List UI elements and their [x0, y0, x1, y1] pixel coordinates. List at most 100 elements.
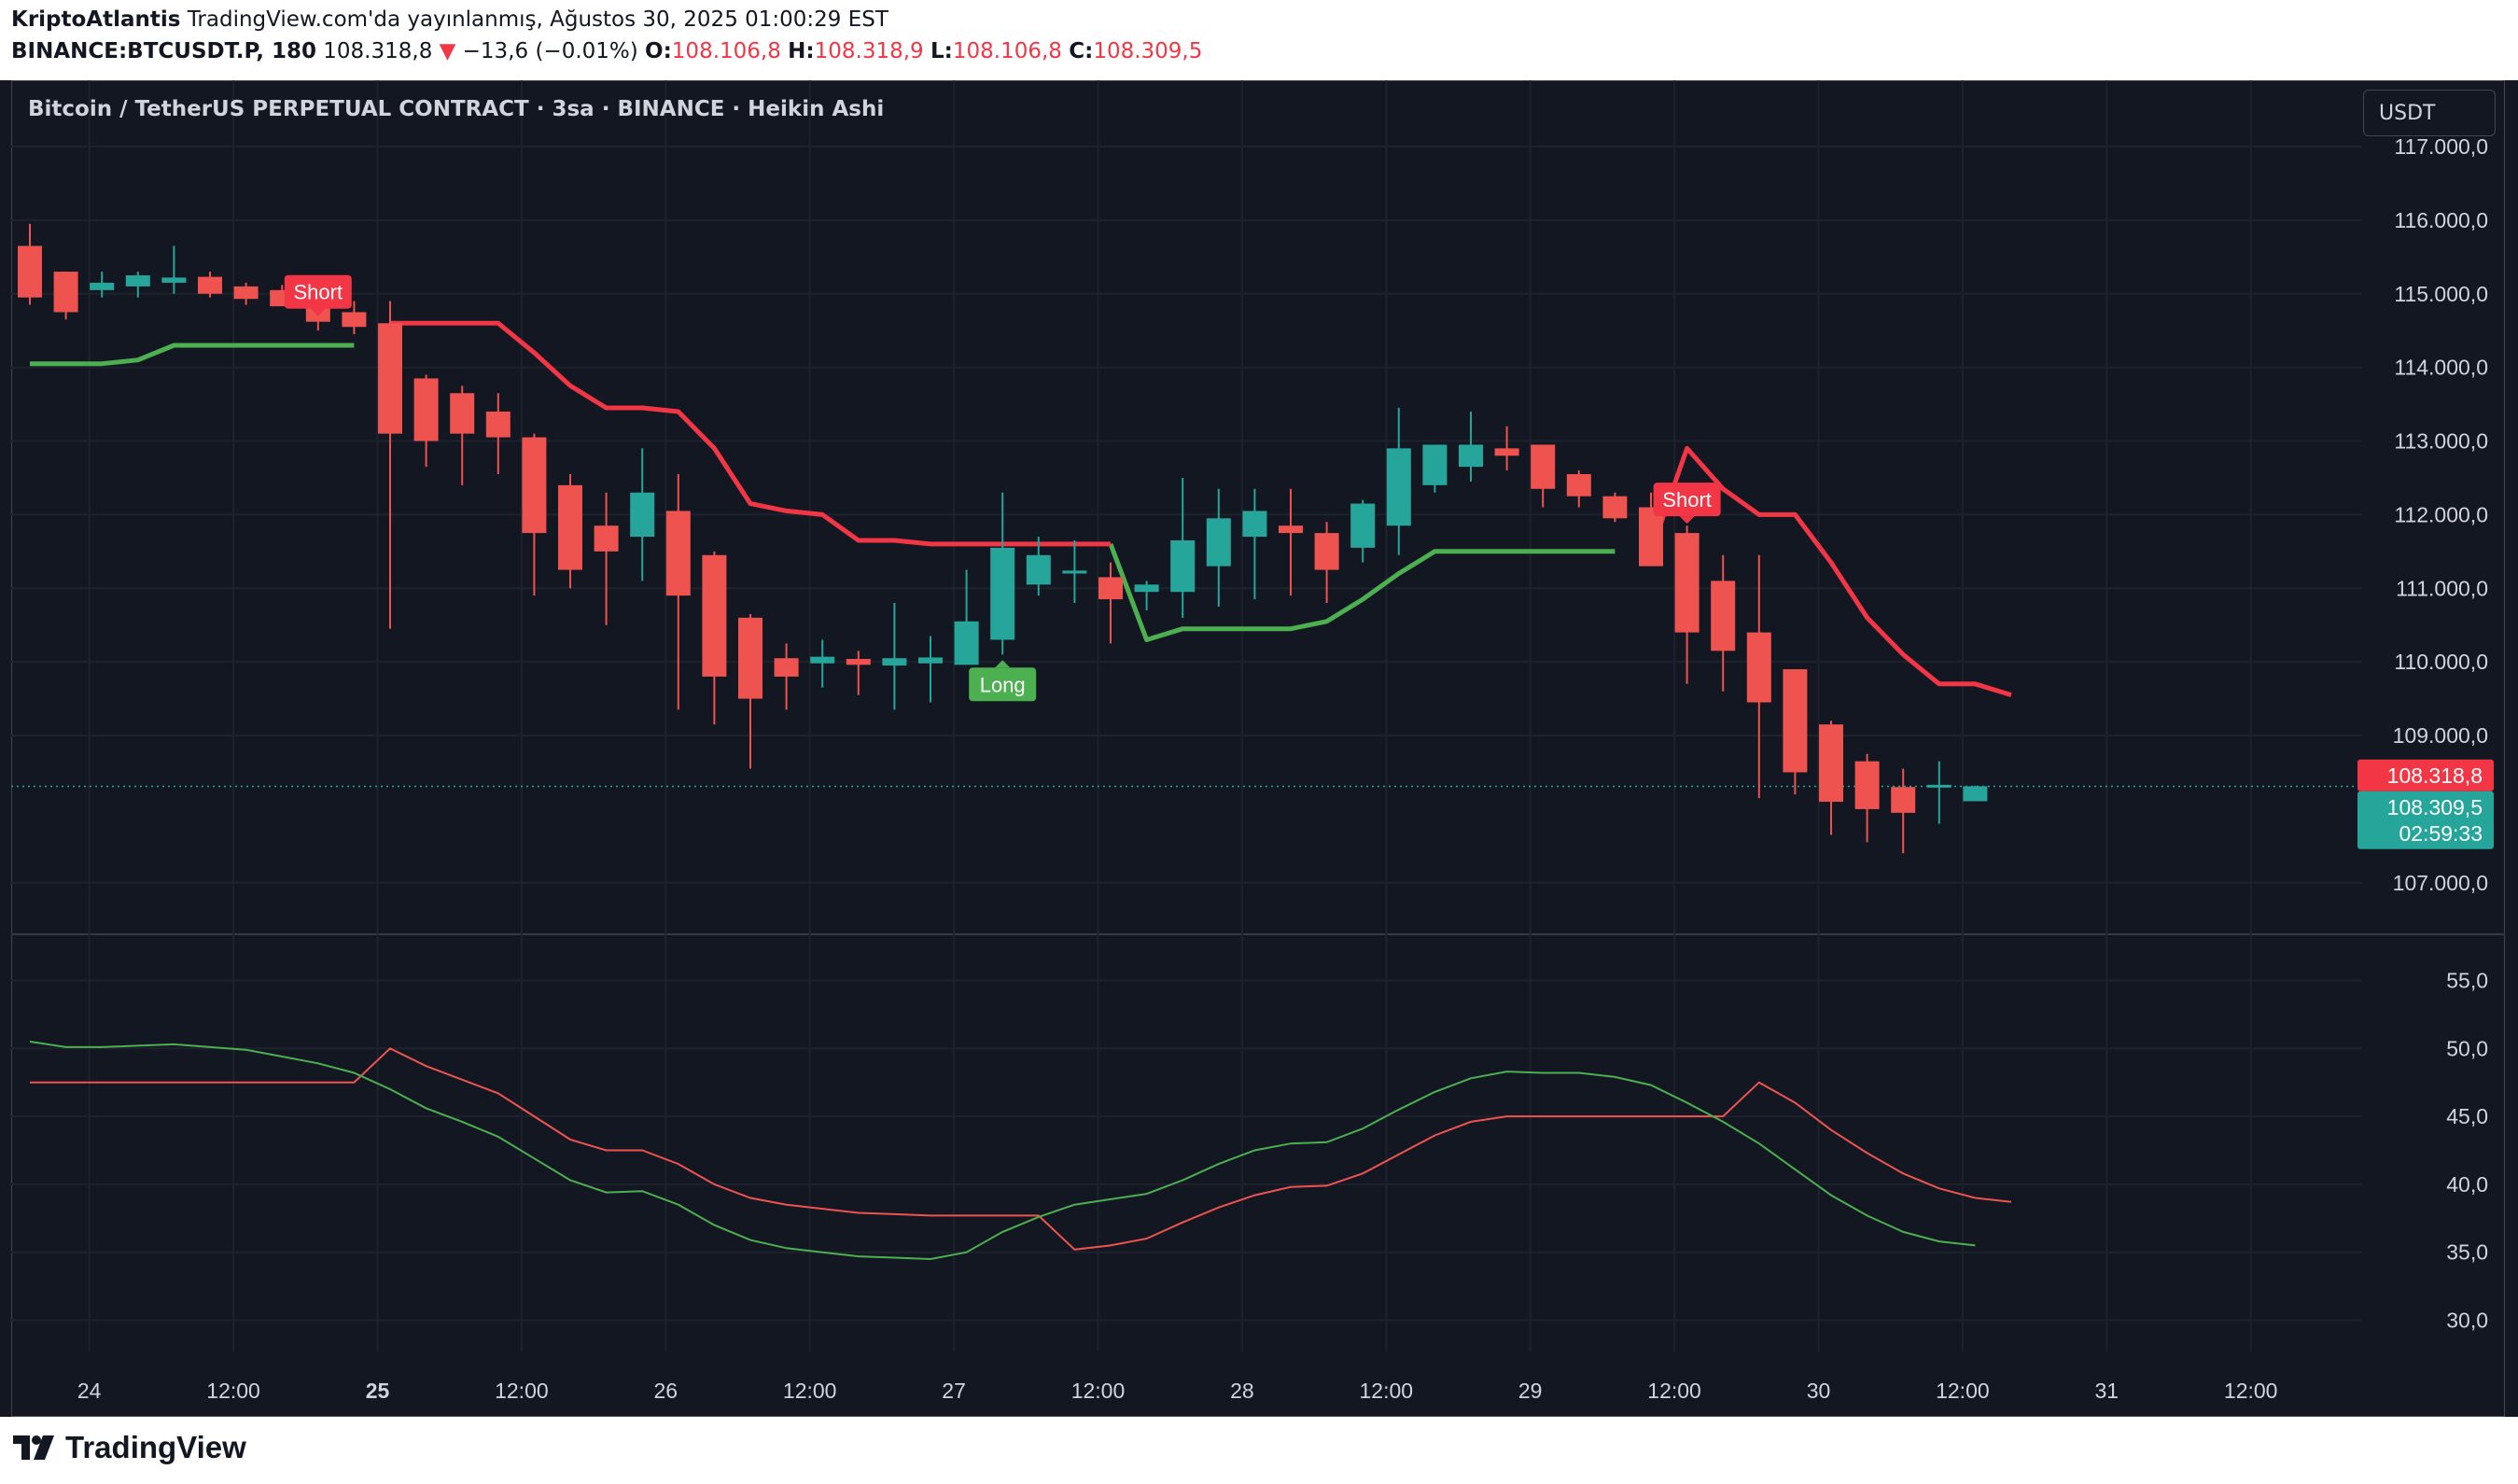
candle: [1279, 488, 1303, 596]
y-tick-label: 110.000,0: [2394, 650, 2488, 674]
candle-body: [846, 658, 871, 665]
low-value: 108.106,8: [952, 39, 1062, 63]
candle-body: [485, 411, 511, 438]
candle-body: [1242, 511, 1267, 538]
candle-body: [810, 656, 835, 664]
candle: [558, 474, 582, 589]
y-tick-label: 30,0: [2446, 1309, 2488, 1333]
author-name[interactable]: KriptoAtlantis: [11, 7, 180, 32]
candle: [882, 603, 907, 710]
candle-body: [702, 554, 727, 677]
candle-body: [1926, 784, 1951, 788]
tradingview-logo[interactable]: TradingView: [11, 1430, 246, 1465]
y-tick-label: 50,0: [2446, 1036, 2488, 1060]
last-price-label-text: 108.318,8: [2387, 763, 2483, 788]
candle: [1531, 444, 1556, 508]
x-tick-label: 12:00: [1936, 1379, 1990, 1403]
candle: [1711, 554, 1736, 692]
candle-body: [1314, 533, 1339, 570]
last-price-label: 108.318,8: [2357, 759, 2494, 791]
x-tick-label: 12:00: [1071, 1379, 1126, 1403]
candle: [522, 433, 547, 596]
candle-body: [1674, 533, 1700, 633]
indicator-line-2: [29, 1041, 1976, 1261]
candle: [990, 492, 1015, 655]
candle: [1098, 562, 1123, 644]
candle-body: [1026, 554, 1051, 585]
candle: [1494, 426, 1519, 471]
candle: [810, 639, 835, 688]
candle-body: [1386, 448, 1411, 526]
candle: [413, 374, 439, 468]
candle-body: [1350, 503, 1376, 548]
short-signal: Short: [284, 274, 352, 316]
candle-body: [918, 657, 943, 664]
candle: [1926, 761, 1951, 824]
indicator-pane: [29, 1041, 2012, 1261]
x-tick-label: 30: [1807, 1379, 1831, 1403]
price-labels: 108.318,8 108.309,502:59:33: [2357, 759, 2494, 849]
x-tick-label: 31: [2094, 1379, 2119, 1403]
long-signal: Long: [969, 660, 1037, 702]
candle-body: [665, 511, 691, 596]
y-tick-label: 45,0: [2446, 1104, 2488, 1128]
candle: [1062, 539, 1087, 604]
x-tick-label: 12:00: [1360, 1379, 1414, 1403]
candle-body: [1531, 444, 1556, 489]
candle: [846, 651, 871, 695]
y-tick-label: 117.000,0: [2394, 134, 2488, 159]
candle-body: [413, 378, 439, 441]
candle-body: [1098, 577, 1123, 600]
ohlc-info: BINANCE:BTCUSDT.P, 180 108.318,8 ▼ −13,6…: [11, 39, 1203, 63]
candle: [450, 385, 475, 485]
bar-countdown-text: 02:59:33: [2399, 821, 2483, 846]
candle-body: [1494, 448, 1519, 456]
header-bar: KriptoAtlantis TradingView.com'da yayınl…: [0, 0, 2518, 80]
chart-legend-title: Bitcoin / TetherUS PERPETUAL CONTRACT · …: [28, 97, 885, 121]
candle-body: [378, 323, 402, 434]
published-text: TradingView.com'da yayınlanmış, Ağustos …: [187, 7, 888, 32]
y-tick-label: 107.000,0: [2393, 871, 2488, 895]
main-pane: Short Long Short: [18, 223, 2012, 854]
close-price-label: 108.309,502:59:33: [2357, 791, 2494, 849]
price-change: −13,6 (−0.01%): [462, 39, 638, 63]
last-price: 108.318,8: [323, 39, 433, 63]
indicator-line-1: [30, 1047, 2012, 1251]
open-value: 108.106,8: [671, 39, 781, 63]
candle: [1242, 488, 1267, 600]
candle: [738, 613, 762, 769]
chart-canvas[interactable]: Short Long Short 24 12:00 25 12:00 26 12:00 27 12…: [11, 80, 2505, 1417]
candle: [1854, 753, 1880, 843]
x-tick-label: 27: [942, 1379, 966, 1403]
candle: [1314, 522, 1339, 604]
long-trail-line: [30, 343, 1616, 642]
y-tick-label: 55,0: [2446, 969, 2488, 993]
candle: [1350, 499, 1376, 563]
currency-button[interactable]: USDT: [2363, 90, 2496, 136]
candle-body: [1206, 518, 1231, 567]
y-tick-label: 116.000,0: [2394, 208, 2488, 232]
candle: [954, 569, 979, 665]
signal-label: Short: [294, 281, 343, 304]
candle-body: [1459, 444, 1483, 468]
candle-body: [1134, 584, 1159, 593]
x-tick-label: 12:00: [2224, 1379, 2278, 1403]
candle-body: [1602, 496, 1628, 519]
close-price-label-text: 108.309,5: [2387, 795, 2483, 819]
candle-body: [1963, 786, 1988, 802]
candle-body: [1854, 761, 1880, 809]
x-tick-label: 26: [653, 1379, 678, 1403]
candle-body: [1711, 581, 1736, 651]
candle-body: [1279, 525, 1303, 534]
close-value: 108.309,5: [1093, 39, 1203, 63]
candle: [1674, 525, 1700, 684]
candle: [1963, 785, 1988, 802]
x-tick-label: 24: [77, 1379, 102, 1403]
x-tick-label: 12:00: [495, 1379, 549, 1403]
candle-body: [1566, 474, 1591, 497]
y-tick-label: 115.000,0: [2394, 282, 2488, 306]
candle: [161, 245, 187, 294]
candle: [1746, 554, 1771, 799]
y-tick-label: 111.000,0: [2396, 576, 2488, 600]
publish-info: KriptoAtlantis TradingView.com'da yayınl…: [11, 7, 888, 32]
